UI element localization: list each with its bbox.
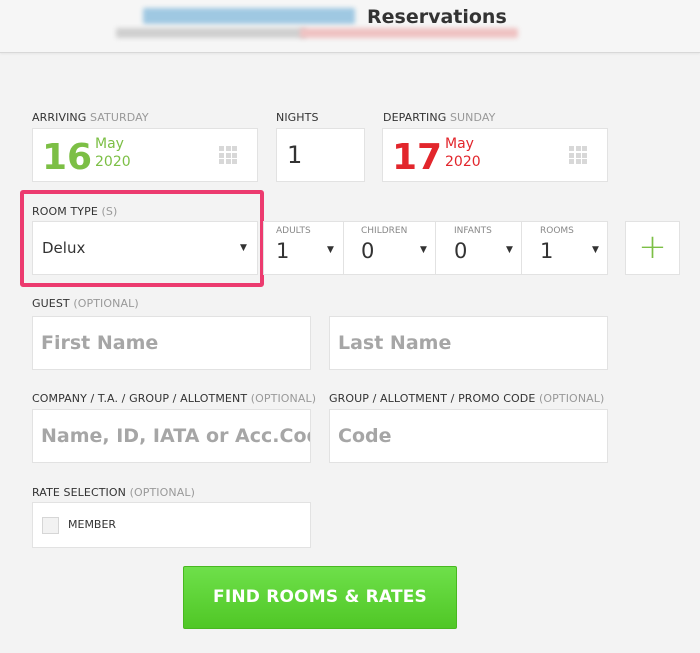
departure-year: 2020 [445, 154, 481, 170]
rooms-select[interactable]: ROOMS 1 ▼ [521, 221, 608, 275]
dropdown-caret-icon: ▼ [420, 245, 427, 255]
arriving-label-text: ARRIVING [32, 111, 87, 124]
adults-value: 1 [276, 239, 290, 263]
calendar-icon[interactable] [569, 146, 587, 164]
rate-selection-label-text: RATE SELECTION [32, 486, 126, 499]
room-type-label: ROOM TYPE (S) [32, 205, 117, 218]
header-bar: Reservations [0, 0, 700, 53]
rate-selection-label: RATE SELECTION (OPTIONAL) [32, 486, 195, 499]
departure-month: May [445, 136, 474, 152]
infants-label: INFANTS [454, 226, 492, 236]
page-title: Reservations [367, 6, 507, 28]
room-type-select[interactable]: Delux ▼ [32, 221, 258, 275]
arriving-label: ARRIVING SATURDAY [32, 111, 149, 124]
promo-code-field[interactable] [329, 409, 608, 463]
first-name-field[interactable] [32, 316, 311, 370]
room-type-label-text: ROOM TYPE [32, 205, 98, 218]
add-room-button[interactable]: + [625, 221, 680, 275]
promo-label-text: GROUP / ALLOTMENT / PROMO CODE [329, 392, 536, 405]
adults-label: ADULTS [276, 226, 311, 236]
company-code-field[interactable] [32, 409, 311, 463]
arrival-year: 2020 [95, 154, 131, 170]
find-rooms-button[interactable]: FIND ROOMS & RATES [183, 566, 457, 629]
rate-selection-optional: (OPTIONAL) [129, 486, 195, 499]
departure-day: 17 [392, 137, 443, 178]
company-optional: (OPTIONAL) [250, 392, 317, 405]
nights-value: 1 [287, 141, 303, 169]
adults-select[interactable]: ADULTS 1 ▼ [263, 221, 344, 275]
departing-weekday: SUNDAY [449, 111, 496, 124]
promo-label: GROUP / ALLOTMENT / PROMO CODE (OPTIONAL… [329, 392, 604, 405]
guest-label: GUEST (OPTIONAL) [32, 297, 139, 310]
room-type-value: Delux [42, 239, 86, 257]
guest-optional: (OPTIONAL) [73, 297, 139, 310]
rooms-value: 1 [540, 239, 554, 263]
dropdown-caret-icon: ▼ [327, 245, 334, 255]
rooms-label: ROOMS [540, 226, 574, 236]
nights-label: NIGHTS [276, 111, 319, 124]
nights-input[interactable]: 1 [276, 128, 365, 182]
member-label: MEMBER [68, 518, 117, 531]
guest-label-text: GUEST [32, 297, 70, 310]
arrival-day: 16 [42, 137, 93, 178]
children-select[interactable]: CHILDREN 0 ▼ [343, 221, 436, 275]
departure-date-picker[interactable]: 17 May 2020 [382, 128, 608, 182]
departing-label-text: DEPARTING [383, 111, 447, 124]
dropdown-caret-icon: ▼ [240, 243, 247, 253]
hotel-address-blurred [116, 28, 306, 38]
arrival-month: May [95, 136, 124, 152]
company-label: COMPANY / T.A. / GROUP / ALLOTMENT (OPTI… [32, 392, 316, 405]
children-value: 0 [361, 239, 375, 263]
hotel-subtitle-blurred [300, 28, 518, 38]
room-type-suffix: (S) [101, 205, 118, 218]
plus-icon: + [638, 227, 667, 267]
infants-value: 0 [454, 239, 468, 263]
calendar-icon[interactable] [219, 146, 237, 164]
company-label-text: COMPANY / T.A. / GROUP / ALLOTMENT [32, 392, 248, 405]
dropdown-caret-icon: ▼ [592, 245, 599, 255]
children-label: CHILDREN [361, 226, 408, 236]
departing-label: DEPARTING SUNDAY [383, 111, 495, 124]
arrival-date-picker[interactable]: 16 May 2020 [32, 128, 258, 182]
hotel-logo-blurred [143, 8, 355, 24]
infants-select[interactable]: INFANTS 0 ▼ [435, 221, 522, 275]
arriving-weekday: SATURDAY [90, 111, 149, 124]
member-checkbox[interactable] [42, 517, 59, 534]
member-rate-option[interactable]: MEMBER [32, 502, 311, 548]
last-name-field[interactable] [329, 316, 608, 370]
promo-optional: (OPTIONAL) [539, 392, 605, 405]
dropdown-caret-icon: ▼ [506, 245, 513, 255]
